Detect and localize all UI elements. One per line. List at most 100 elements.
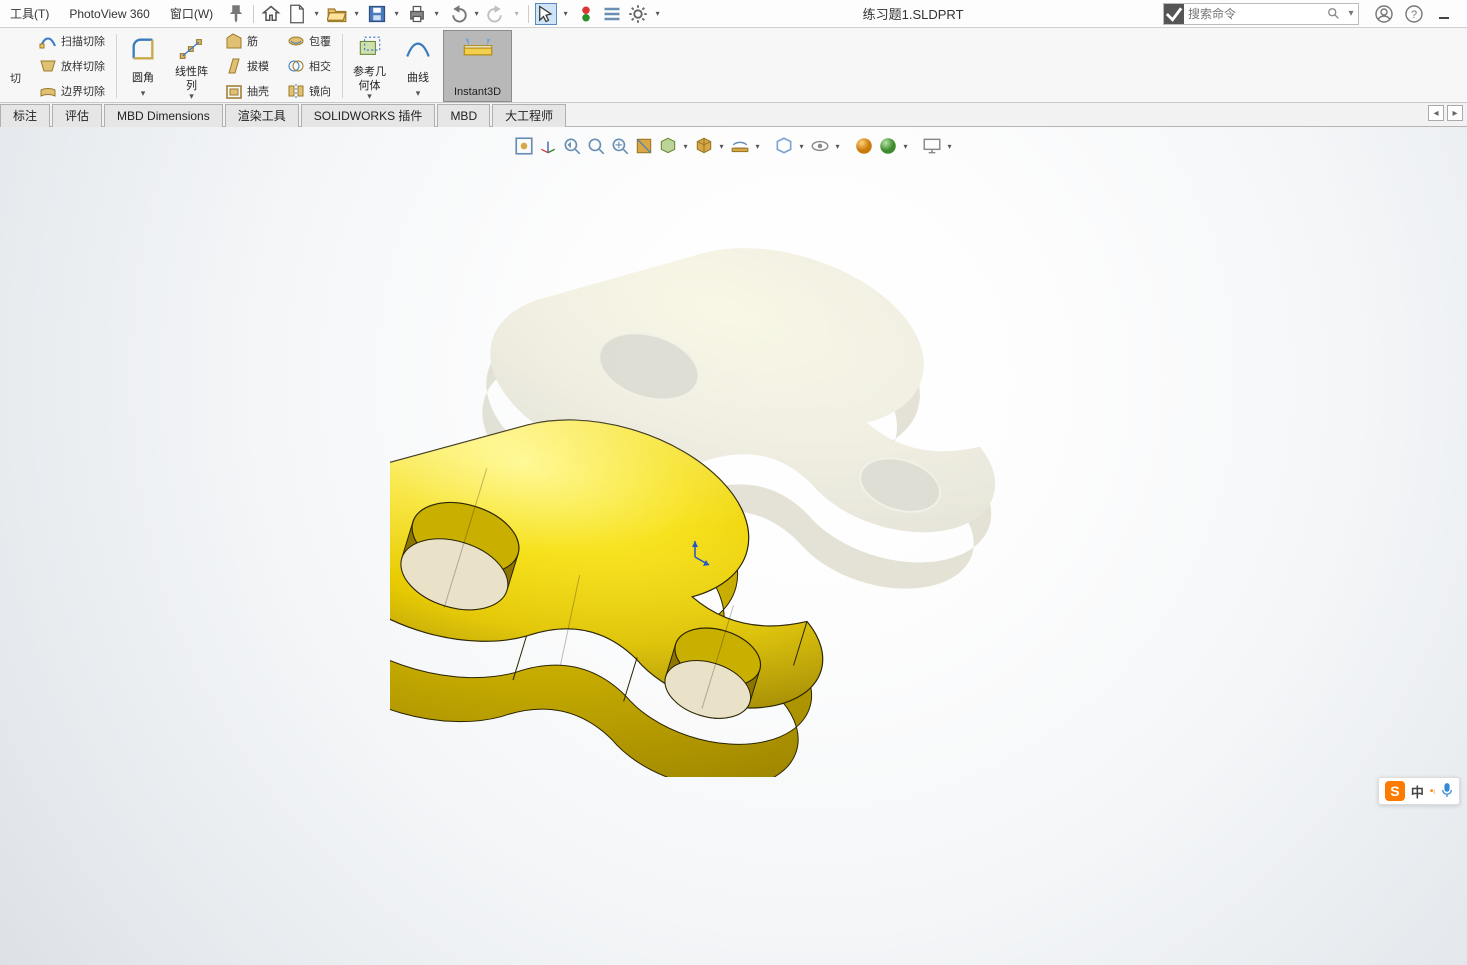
search-input[interactable]	[1184, 4, 1324, 24]
search-box[interactable]: ▾	[1163, 3, 1359, 25]
menubar: 工具(T) PhotoView 360 窗口(W) ▾ ▾ ▾ ▾ ▾ ▾ ▾ …	[0, 0, 1467, 28]
screen-icon[interactable]	[921, 135, 943, 157]
section-view-icon[interactable]	[633, 135, 655, 157]
open-file-icon[interactable]	[326, 3, 348, 25]
zoom-icon[interactable]	[609, 135, 631, 157]
tab-daengineer[interactable]: 大工程师	[492, 104, 566, 127]
reference-geometry-button[interactable]: 参考几 何体 ▾	[346, 30, 393, 102]
rib-icon	[225, 32, 243, 50]
collapse-left-icon[interactable]: ◂	[1428, 105, 1444, 121]
pin-icon[interactable]	[225, 3, 247, 25]
edit-appearance-dropdown[interactable]: ▾	[797, 142, 807, 151]
intersect-button[interactable]: 相交	[283, 55, 335, 77]
select-tool-dropdown[interactable]: ▾	[561, 3, 571, 25]
ime-mic-icon[interactable]	[1441, 782, 1453, 801]
sweep-cut-label: 扫描切除	[61, 33, 105, 49]
draft-button[interactable]: 拔模	[221, 55, 273, 77]
command-manager-tabs: 标注 评估 MBD Dimensions 渲染工具 SOLIDWORKS 插件 …	[0, 103, 1467, 127]
tab-solidworks-addins[interactable]: SOLIDWORKS 插件	[301, 104, 436, 127]
screen-dropdown[interactable]: ▾	[945, 142, 955, 151]
hide-show-icon[interactable]	[729, 135, 751, 157]
new-file-icon[interactable]	[286, 3, 308, 25]
settings-dropdown[interactable]: ▾	[653, 3, 663, 25]
linear-pattern-dropdown[interactable]: ▾	[189, 91, 194, 102]
redo-icon[interactable]	[486, 3, 508, 25]
tab-render-tools[interactable]: 渲染工具	[225, 104, 299, 127]
linear-pattern-button[interactable]: 线性阵 列 ▾	[168, 30, 215, 102]
cut-features-stack: 扫描切除 放样切除 边界切除	[31, 30, 113, 102]
zoom-area-icon[interactable]	[585, 135, 607, 157]
redo-dropdown[interactable]: ▾	[512, 3, 522, 25]
tab-mbd[interactable]: MBD	[437, 104, 490, 127]
tabs-right-tools: ◂ ▸	[1428, 105, 1463, 121]
search-icon[interactable]	[1324, 7, 1344, 21]
tab-biaozhu[interactable]: 标注	[0, 104, 50, 127]
ribbon: 切 扫描切除 放样切除 边界切除 圆角 ▾ 线性阵 列 ▾ 筋	[0, 28, 1467, 103]
ime-mode-icon[interactable]: •၊	[1430, 784, 1435, 799]
view-orientation-dropdown[interactable]: ▾	[681, 142, 691, 151]
prev-view-icon[interactable]	[561, 135, 583, 157]
display-style-dropdown[interactable]: ▾	[717, 142, 727, 151]
settings-gear-icon[interactable]	[627, 3, 649, 25]
print-dropdown[interactable]: ▾	[432, 3, 442, 25]
curves-button[interactable]: 曲线 ▾	[395, 30, 441, 102]
instant3d-button[interactable]: Instant3D	[443, 30, 512, 102]
help-icon[interactable]: ?	[1403, 3, 1425, 25]
user-account-icon[interactable]	[1373, 3, 1395, 25]
tab-evaluate[interactable]: 评估	[52, 104, 102, 127]
save-icon[interactable]	[366, 3, 388, 25]
middle-stack-2: 包覆 相交 镜向	[279, 30, 339, 102]
options-list-icon[interactable]	[601, 3, 623, 25]
ime-indicator[interactable]: S 中 •၊	[1378, 777, 1460, 805]
reference-geometry-icon	[354, 35, 386, 63]
print-icon[interactable]	[406, 3, 428, 25]
edit-appearance-icon[interactable]	[773, 135, 795, 157]
loft-cut-button[interactable]: 放样切除	[35, 55, 109, 77]
save-dropdown[interactable]: ▾	[392, 3, 402, 25]
intersect-icon	[287, 57, 305, 75]
svg-text:?: ?	[1411, 9, 1417, 21]
apply-scene-dropdown[interactable]: ▾	[901, 142, 911, 151]
mirror-button[interactable]: 镜向	[283, 80, 335, 102]
undo-dropdown[interactable]: ▾	[472, 3, 482, 25]
fillet-button[interactable]: 圆角 ▾	[120, 30, 166, 102]
middle-stack-1: 筋 拔模 抽壳	[217, 30, 277, 102]
minimize-icon[interactable]	[1433, 3, 1455, 25]
triad-icon[interactable]	[537, 135, 559, 157]
view-orientation-icon[interactable]	[657, 135, 679, 157]
cut-button[interactable]: 切	[6, 67, 25, 89]
eye-icon[interactable]	[809, 135, 831, 157]
select-tool-icon[interactable]	[535, 3, 557, 25]
graphics-area[interactable]: ▾ ▾ ▾ ▾ ▾ ▾ ▾	[0, 127, 1467, 965]
hide-show-dropdown[interactable]: ▾	[753, 142, 763, 151]
new-file-dropdown[interactable]: ▾	[312, 3, 322, 25]
tab-mbd-dimensions[interactable]: MBD Dimensions	[104, 104, 223, 127]
expand-right-icon[interactable]: ▸	[1447, 105, 1463, 121]
traffic-light-icon[interactable]	[575, 3, 597, 25]
zoom-fit-icon[interactable]	[513, 135, 535, 157]
home-icon[interactable]	[260, 3, 282, 25]
shell-button[interactable]: 抽壳	[221, 80, 273, 102]
instant3d-icon	[462, 34, 494, 62]
wrap-button[interactable]: 包覆	[283, 30, 335, 52]
undo-icon[interactable]	[446, 3, 468, 25]
menu-tools[interactable]: 工具(T)	[2, 1, 57, 27]
ime-lang[interactable]: 中	[1411, 782, 1424, 801]
rib-button[interactable]: 筋	[221, 30, 273, 52]
boundary-cut-label: 边界切除	[61, 83, 105, 99]
menu-window[interactable]: 窗口(W)	[162, 1, 221, 27]
reference-geometry-dropdown[interactable]: ▾	[367, 91, 372, 102]
menu-photoview360[interactable]: PhotoView 360	[61, 1, 158, 27]
apply-scene-icon[interactable]	[877, 135, 899, 157]
heads-up-toolbar: ▾ ▾ ▾ ▾ ▾ ▾ ▾	[509, 133, 959, 159]
reference-geometry-label: 参考几 何体	[353, 65, 386, 93]
appearances-sphere-icon[interactable]	[853, 135, 875, 157]
sweep-cut-button[interactable]: 扫描切除	[35, 30, 109, 52]
eye-dropdown[interactable]: ▾	[833, 142, 843, 151]
fillet-dropdown[interactable]: ▾	[141, 88, 146, 99]
search-mode-dropdown[interactable]: ▾	[1344, 8, 1358, 19]
boundary-cut-button[interactable]: 边界切除	[35, 80, 109, 102]
curves-dropdown[interactable]: ▾	[416, 88, 421, 99]
display-style-icon[interactable]	[693, 135, 715, 157]
open-file-dropdown[interactable]: ▾	[352, 3, 362, 25]
